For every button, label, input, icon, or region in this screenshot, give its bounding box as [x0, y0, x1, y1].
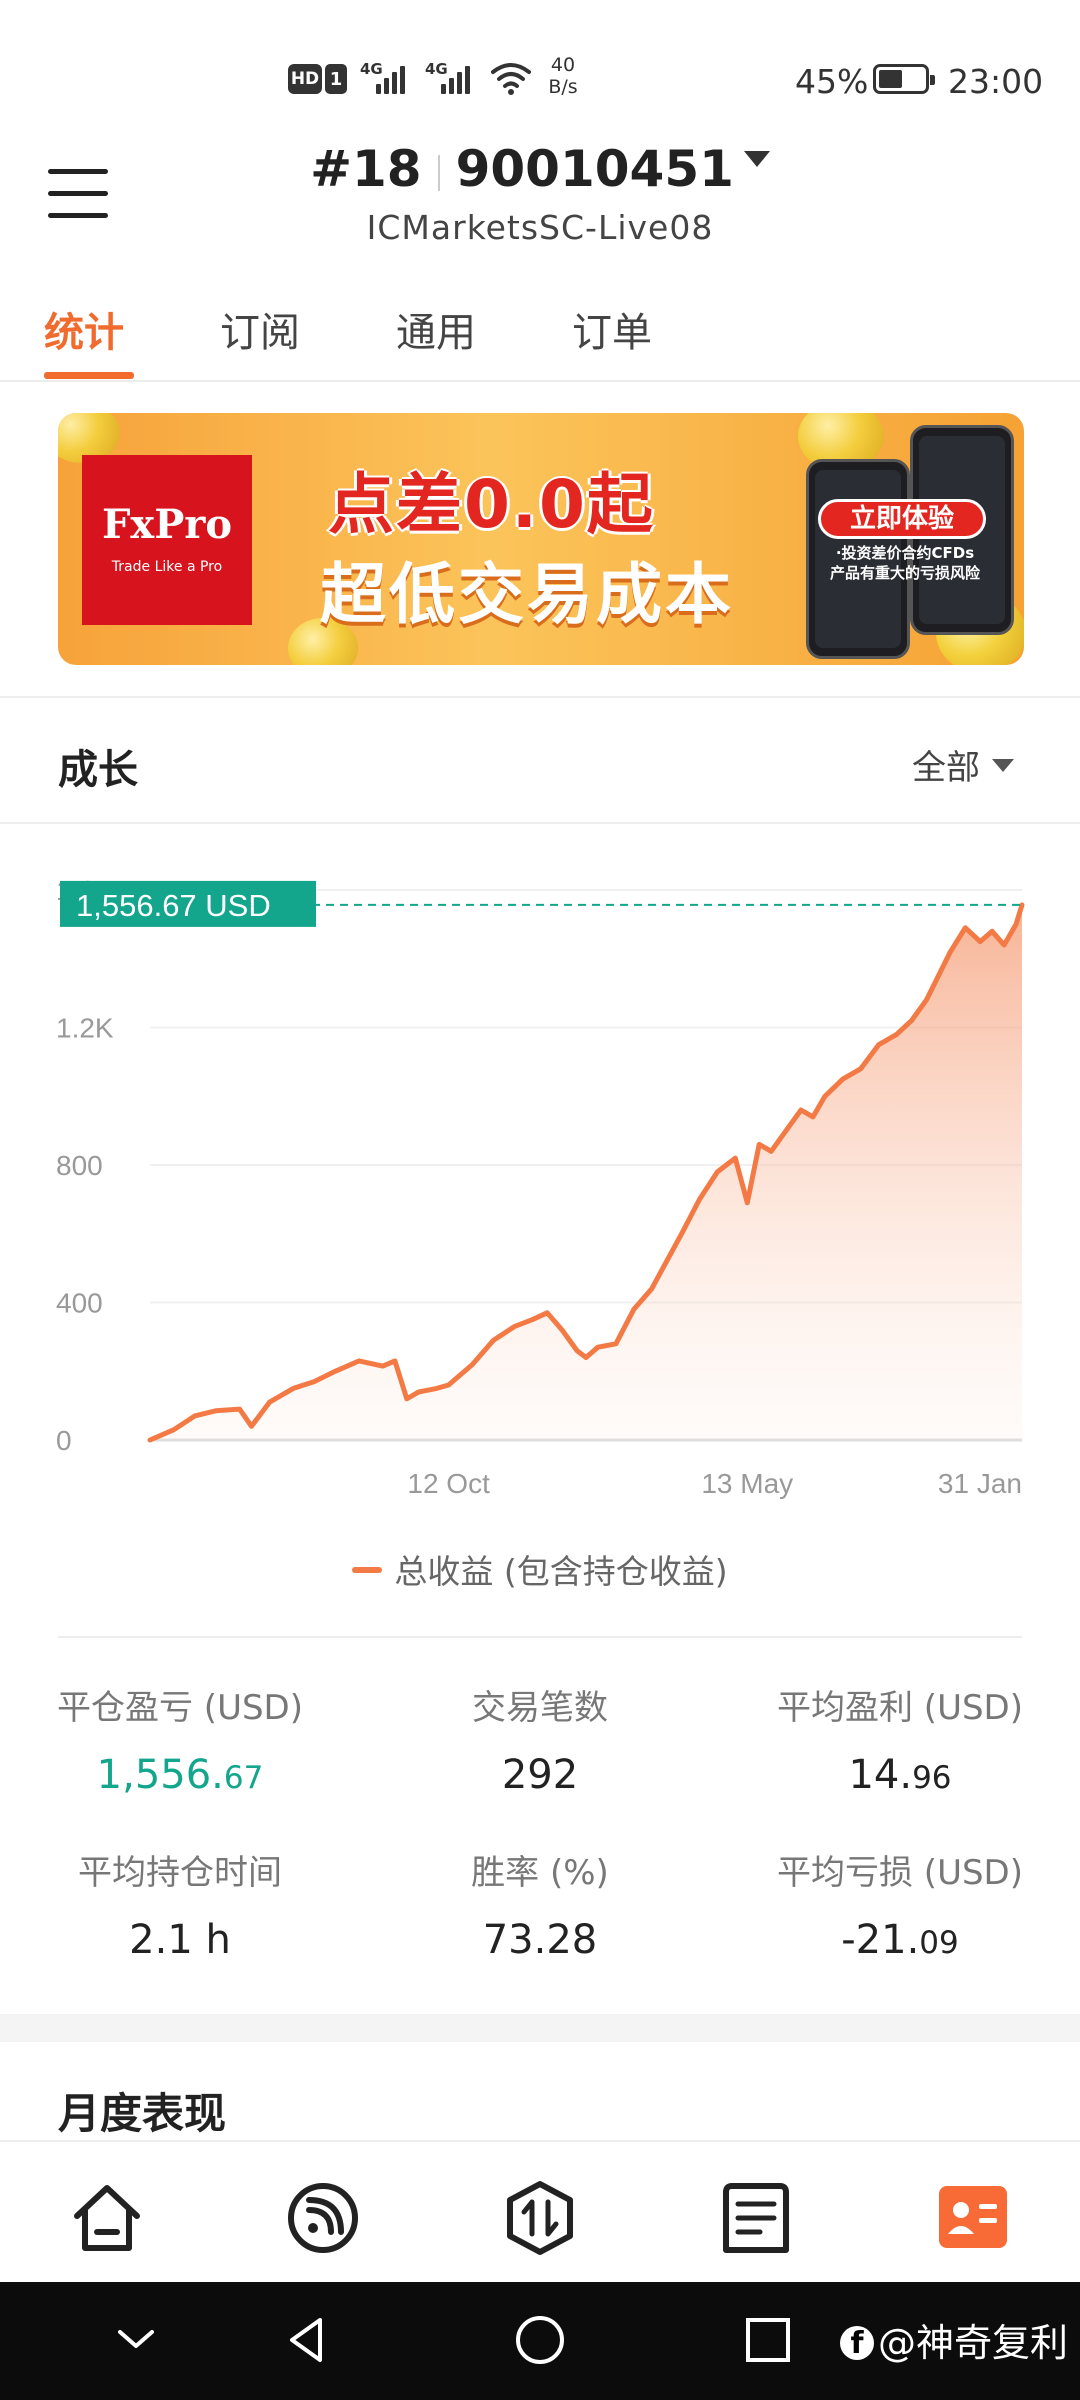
tab-bar: 统计 订阅 通用 订单	[0, 290, 1080, 382]
active-tab-indicator	[44, 372, 134, 379]
stat-label: 平仓盈亏 (USD)	[57, 1688, 303, 1728]
y-tick-label: 0	[56, 1425, 72, 1456]
tab-general[interactable]: 通用	[396, 300, 476, 358]
recents-icon[interactable]	[738, 2310, 798, 2370]
range-selector[interactable]: 全部	[912, 740, 1014, 789]
status-bar: HD 1 4G 4G 40 B/s 45% 23:00	[0, 0, 1080, 160]
wifi-icon	[491, 63, 531, 95]
home-icon[interactable]	[69, 2180, 145, 2256]
signal-icon-2: 4G	[425, 58, 477, 98]
stat-value: 1,556.67	[96, 1752, 264, 1798]
account-selector[interactable]: #18 90010451	[0, 140, 1080, 198]
x-tick-label: 12 Oct	[407, 1468, 490, 1499]
news-icon[interactable]	[718, 2180, 794, 2256]
stat-value: 14.96	[848, 1752, 952, 1798]
sim-badge: 1	[325, 64, 347, 94]
server-name: ICMarketsSC-Live08	[366, 208, 714, 247]
tab-statistics[interactable]: 统计	[44, 300, 124, 358]
stat-label: 平均持仓时间	[78, 1853, 282, 1893]
account-number: 90010451	[455, 140, 734, 198]
battery-icon	[873, 64, 935, 94]
chart-legend: 总收益 (包含持仓收益)	[0, 1545, 1080, 1593]
legend-swatch	[352, 1566, 383, 1573]
try-now-button[interactable]: 立即体验	[818, 499, 986, 539]
chevron-down-icon[interactable]	[106, 2310, 166, 2370]
stat-value: -21.09	[841, 1917, 959, 1963]
battery-percent: 45%	[795, 62, 869, 101]
y-tick-label: 800	[56, 1150, 103, 1181]
stat-label: 胜率 (%)	[471, 1853, 609, 1893]
stat-label: 平均盈利 (USD)	[777, 1688, 1023, 1728]
signal-icon: 4G	[360, 58, 412, 98]
x-tick-label: 31 Jan	[938, 1468, 1022, 1499]
back-icon[interactable]	[278, 2310, 338, 2370]
tab-subscribe[interactable]: 订阅	[220, 300, 300, 358]
stat-value: 2.1 h	[129, 1917, 231, 1963]
chevron-down-icon	[743, 150, 770, 167]
bottom-nav	[0, 2140, 1080, 2282]
net-speed: 40 B/s	[548, 54, 578, 98]
monthly-performance-title: 月度表现	[58, 2089, 227, 2138]
risk-disclaimer: ·投资差价合约CFDs 产品有重大的亏损风险	[829, 544, 980, 582]
signals-icon[interactable]	[285, 2180, 361, 2256]
x-tick-label: 13 May	[701, 1468, 793, 1499]
profile-icon[interactable]	[935, 2180, 1011, 2256]
clock: 23:00	[948, 62, 1044, 101]
chevron-down-icon	[992, 759, 1014, 772]
watermark: f @神奇复利	[840, 2312, 1068, 2367]
fxpro-logo: FxPro Trade Like a Pro	[82, 455, 252, 625]
banner-subheadline: 超低交易成本	[320, 556, 734, 633]
section-gap	[0, 2014, 1080, 2042]
legend-label: 总收益 (包含持仓收益)	[394, 1552, 728, 1591]
growth-chart[interactable]: 04008001.2K1.6K 12 Oct13 May31 Jan 1,556…	[0, 860, 1080, 1520]
stat-label: 交易笔数	[472, 1688, 608, 1728]
account-rank: #18	[310, 140, 422, 198]
y-tick-label: 1.2K	[56, 1013, 114, 1044]
growth-title: 成长	[58, 747, 138, 793]
banner-headline: 点差0.0起	[328, 466, 655, 543]
promo-banner[interactable]: FxPro Trade Like a Pro 点差0.0起 超低交易成本 立即体…	[58, 413, 1024, 665]
stat-value: 73.28	[482, 1917, 598, 1963]
trade-icon[interactable]	[502, 2180, 578, 2256]
home-circle-icon[interactable]	[510, 2310, 570, 2370]
stat-label: 平均亏损 (USD)	[777, 1853, 1023, 1893]
y-tick-label: 400	[56, 1288, 103, 1319]
tab-orders[interactable]: 订单	[572, 300, 652, 358]
current-value-label: 1,556.67 USD	[76, 888, 271, 923]
system-nav-bar: f @神奇复利	[0, 2282, 1080, 2400]
stat-value: 292	[501, 1752, 579, 1798]
hd-badge: HD	[288, 64, 322, 94]
facebook-icon: f	[840, 2325, 874, 2361]
